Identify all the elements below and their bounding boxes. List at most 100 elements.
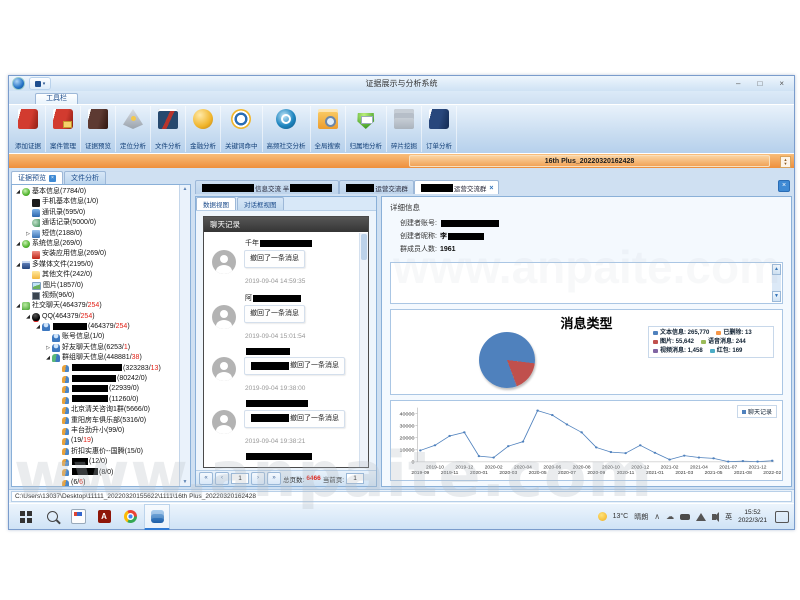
close-button[interactable]: × — [779, 76, 784, 91]
current-page-input[interactable] — [346, 473, 364, 484]
taskbar-app-acrobat[interactable]: A — [92, 505, 116, 528]
weather-desc[interactable]: 晴朗 — [634, 512, 648, 522]
tree-item[interactable]: ◢系统信息(269/0) — [14, 239, 178, 249]
toolbar-button-fragment[interactable]: 碎片挖掘 — [387, 106, 422, 152]
last-page-button[interactable]: » — [267, 472, 281, 485]
tree-item[interactable]: (12/0) — [14, 457, 178, 467]
message-bubble[interactable]: 撤回了一条消息 — [244, 410, 345, 428]
sidebar-tab[interactable]: 文件分析 — [64, 171, 106, 184]
taskbar-app-evidence-app[interactable] — [144, 504, 170, 530]
tree-item[interactable]: 北京清关咨询1群(5666/0) — [14, 405, 178, 415]
listbox-scrollbar[interactable]: ▲▼ — [772, 264, 781, 302]
tree-item[interactable]: (80242/0) — [14, 374, 178, 384]
tree-item[interactable]: (11260/0) — [14, 395, 178, 405]
tree-item[interactable]: ▷短信(2188/0) — [14, 229, 178, 239]
scroll-up-icon[interactable]: ▲ — [772, 264, 781, 275]
tree-item[interactable]: ◢QQ(464379/254) — [14, 312, 178, 322]
tree-item[interactable]: 账号信息(1/0) — [14, 332, 178, 342]
toolbar-button-order[interactable]: 订单分析 — [422, 106, 457, 152]
first-page-button[interactable]: « — [199, 472, 213, 485]
toolbar-button-attribution[interactable]: 归属地分析 — [346, 106, 388, 152]
tree-item[interactable]: 通讯录(595/0) — [14, 208, 178, 218]
tree-item[interactable]: ◢基本信息(7784/0) — [14, 187, 178, 197]
toolbar-button-search-folder[interactable]: 全局搜索 — [311, 106, 346, 152]
quick-access-button[interactable] — [29, 77, 51, 90]
chat-scrollbar[interactable] — [359, 233, 368, 467]
message-bubble[interactable]: 撤回了一条消息 — [244, 250, 305, 268]
tab-scroll-buttons[interactable]: ▲▼ — [780, 156, 791, 168]
taskbar-app-app-window[interactable] — [66, 505, 90, 528]
message-bubble[interactable]: 撤回了一条消息 — [244, 305, 305, 323]
expander-open-icon[interactable]: ◢ — [24, 312, 32, 322]
tree-item[interactable]: 其他文件(242/0) — [14, 270, 178, 280]
chevron-up-icon[interactable]: ∧ — [654, 512, 660, 522]
toolbar-button-finance[interactable]: 金融分析 — [186, 106, 221, 152]
scroll-down-icon[interactable]: ▼ — [183, 479, 188, 485]
notification-center-icon[interactable] — [775, 511, 789, 523]
document-tab[interactable]: 16th Plus_20220320162428 — [409, 155, 770, 167]
tree-item[interactable]: 视频(96/0) — [14, 291, 178, 301]
expander-open-icon[interactable]: ◢ — [14, 187, 22, 197]
tree-scrollbar[interactable]: ▲▼ — [179, 185, 190, 486]
taskbar-app-search[interactable] — [40, 505, 64, 528]
tree-item[interactable]: ◢群组聊天信息(448881/38) — [14, 353, 178, 363]
toolbar-button-add-evidence[interactable]: 添加证据 — [11, 106, 46, 152]
tree-item[interactable]: 安装应用信息(269/0) — [14, 249, 178, 259]
tree-item[interactable]: 图片(1857/0) — [14, 281, 178, 291]
message-bubble[interactable]: 撤回了一条消息 — [244, 357, 345, 375]
weather-sun-icon[interactable] — [598, 512, 607, 521]
prev-page-button[interactable]: ‹ — [215, 472, 229, 485]
expander-closed-icon[interactable]: ▷ — [24, 229, 32, 239]
sidebar-tab[interactable]: 证据预览× — [11, 171, 63, 184]
expander-open-icon[interactable]: ◢ — [14, 239, 22, 249]
tree-item[interactable]: (19/19) — [14, 436, 178, 446]
expander-open-icon[interactable]: ◢ — [14, 260, 22, 270]
volume-icon[interactable] — [712, 514, 716, 520]
maximize-button[interactable]: □ — [757, 76, 762, 91]
taskbar-clock[interactable]: 15:52 2022/3/21 — [738, 509, 767, 525]
toolbar-button-social[interactable]: 高频社交分析 — [263, 106, 311, 152]
expander-open-icon[interactable]: ◢ — [14, 301, 22, 311]
group-tab[interactable]: 运营交流群 — [339, 180, 414, 194]
network-icon[interactable] — [696, 513, 706, 521]
tree-item[interactable]: (22939/0) — [14, 384, 178, 394]
page-input[interactable] — [231, 473, 249, 484]
tree-item[interactable]: 通话记录(5000/0) — [14, 218, 178, 228]
chat-view-tab[interactable]: 数据视图 — [196, 197, 236, 210]
chat-view-tab[interactable]: 对话框视图 — [237, 197, 284, 210]
scroll-up-icon[interactable]: ▲ — [183, 186, 188, 192]
input-language[interactable]: 英 — [725, 512, 732, 522]
expander-open-icon[interactable]: ◢ — [44, 353, 52, 363]
toolbar-button-location[interactable]: 定位分析 — [116, 106, 151, 152]
member-list-box[interactable]: ▲▼ — [390, 262, 783, 304]
group-tab[interactable]: 信息交流 半 — [195, 180, 339, 194]
weather-temp[interactable]: 13°C — [613, 513, 629, 520]
tree-item[interactable]: ▷好友聊天信息(6253/1) — [14, 343, 178, 353]
tree-item[interactable]: (8/0) — [14, 468, 178, 478]
tree-item[interactable]: (6/6) — [14, 478, 178, 487]
toolbar-button-file[interactable]: 文件分析 — [151, 106, 186, 152]
taskbar-app-start[interactable] — [14, 505, 38, 528]
scroll-down-icon[interactable]: ▼ — [772, 291, 781, 302]
tab-close-icon[interactable]: × — [49, 175, 56, 182]
expander-open-icon[interactable]: ◢ — [34, 322, 42, 332]
tree-item[interactable]: 折扣实惠价--国腾(15/0) — [14, 447, 178, 457]
close-all-tabs-button[interactable]: × — [778, 180, 790, 192]
cloud-icon[interactable]: ☁ — [666, 512, 674, 522]
expander-closed-icon[interactable]: ▷ — [44, 343, 52, 353]
group-tab[interactable]: 运营交流群× — [414, 180, 500, 194]
tree-item[interactable]: 手机基本信息(1/0) — [14, 197, 178, 207]
next-page-button[interactable]: › — [251, 472, 265, 485]
tree-item[interactable]: ◢(464379/254) — [14, 322, 178, 332]
tree-item[interactable]: 丰台劲升小(99/0) — [14, 426, 178, 436]
taskbar-app-chrome[interactable] — [118, 505, 142, 528]
tree-item[interactable]: (323283/13) — [14, 364, 178, 374]
toolbar-button-keyword[interactable]: 关键词命中 — [221, 106, 263, 152]
toolbar-button-evidence-view[interactable]: 证据预览 — [81, 106, 116, 152]
ribbon-tab-toolbox[interactable]: 工具栏 — [35, 93, 78, 104]
toolbar-button-case-manage[interactable]: 案件管理 — [46, 106, 81, 152]
tree-item[interactable]: ◢多媒体文件(2195/0) — [14, 260, 178, 270]
tree-item[interactable]: ◢社交聊天(464379/254) — [14, 301, 178, 311]
tab-close-icon[interactable]: × — [489, 185, 493, 192]
tree-item[interactable]: 重阳房车俱乐部(5316/0) — [14, 416, 178, 426]
